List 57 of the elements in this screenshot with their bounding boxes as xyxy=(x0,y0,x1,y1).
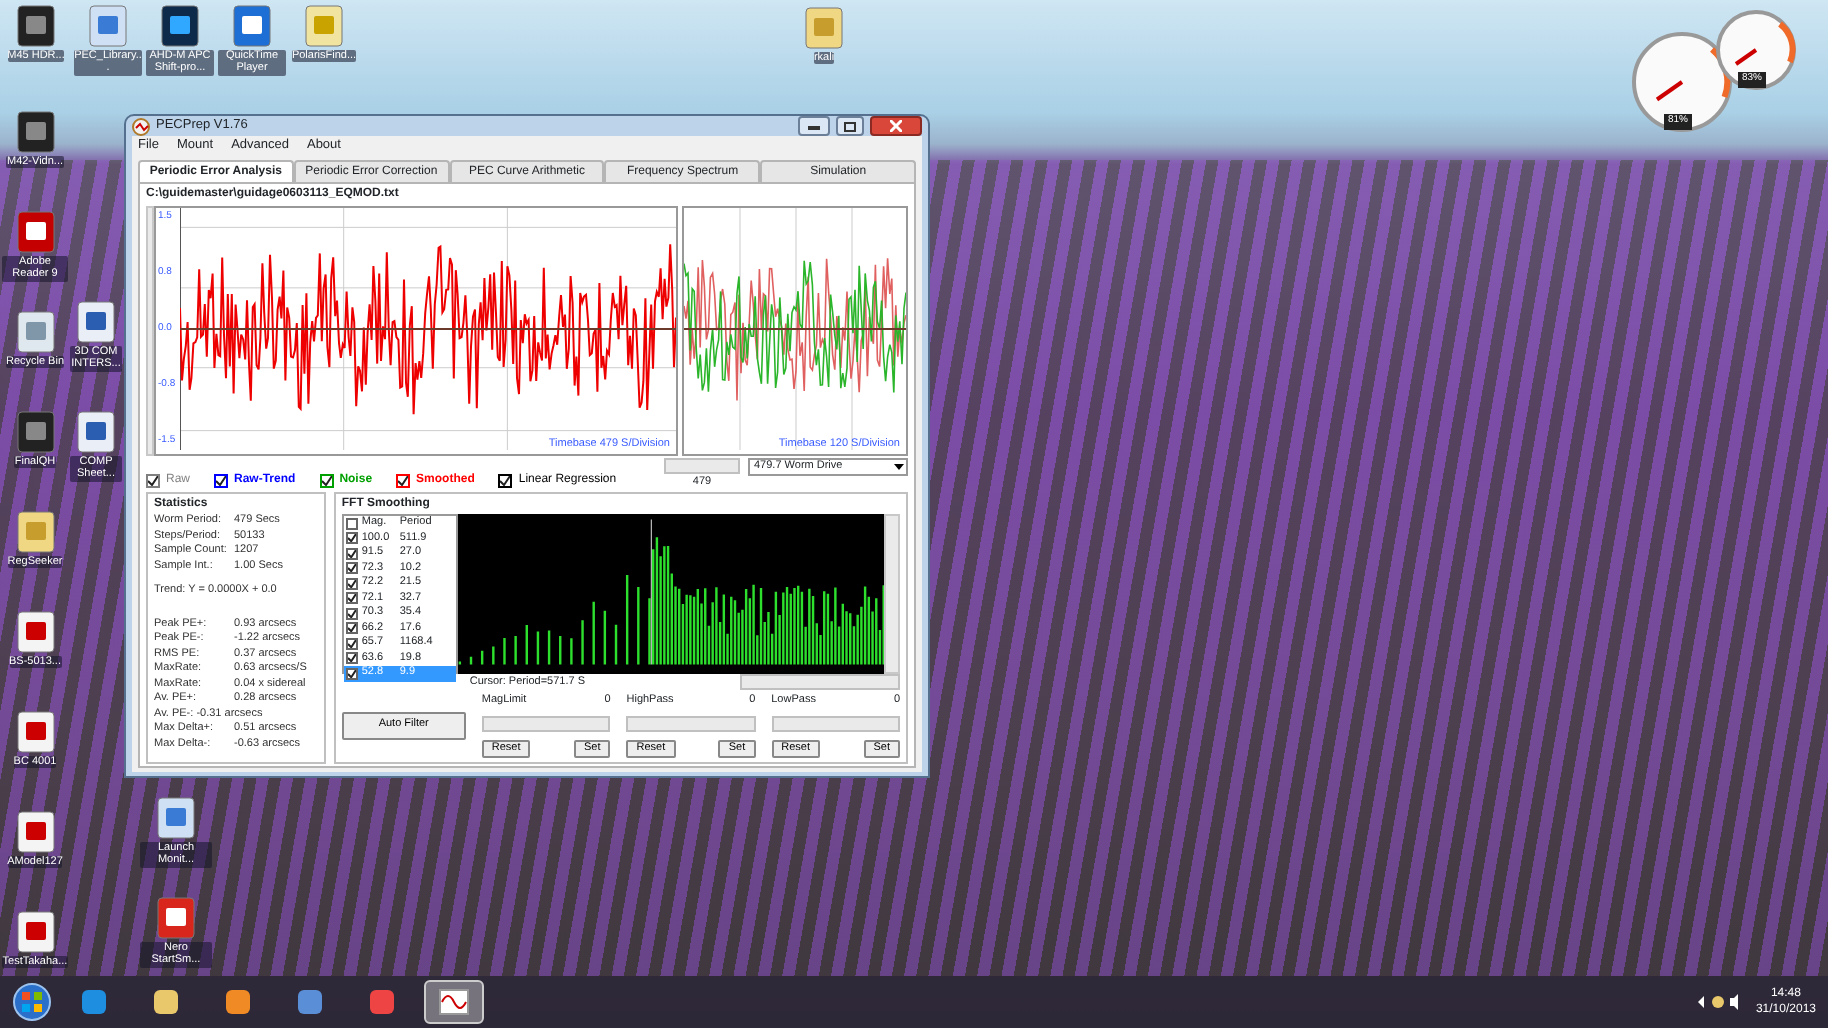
horizontal-scrollbar[interactable] xyxy=(740,674,900,691)
close-button[interactable] xyxy=(870,116,922,136)
vertical-scrollbar[interactable] xyxy=(146,205,154,456)
chart-icon[interactable] xyxy=(438,986,470,1018)
checkmark-icon xyxy=(500,476,511,486)
gauge-dial xyxy=(1716,10,1796,90)
application-icon[interactable] xyxy=(232,4,272,48)
photo-icon[interactable] xyxy=(15,110,55,154)
document-icon[interactable] xyxy=(76,410,116,454)
checkbox[interactable] xyxy=(345,637,358,650)
vertical-scrollbar[interactable] xyxy=(884,514,900,674)
checkbox[interactable] xyxy=(345,517,358,530)
media-player-icon[interactable] xyxy=(222,986,254,1018)
checkbox[interactable] xyxy=(345,562,358,575)
checkbox[interactable] xyxy=(146,474,160,488)
checkbox[interactable] xyxy=(214,474,229,488)
recycle-bin-icon[interactable] xyxy=(15,310,55,354)
checkbox[interactable] xyxy=(345,607,358,620)
checkbox[interactable] xyxy=(345,622,358,635)
checkbox[interactable] xyxy=(345,652,358,665)
checkbox[interactable] xyxy=(345,532,358,545)
application-icon[interactable] xyxy=(156,896,196,940)
checkbox[interactable] xyxy=(345,577,358,590)
browser-icon[interactable] xyxy=(78,986,110,1018)
checkmark-icon xyxy=(148,476,158,486)
close-icon xyxy=(890,120,902,132)
pdf-icon[interactable] xyxy=(15,210,55,254)
checkbox[interactable] xyxy=(319,474,334,488)
checkbox[interactable] xyxy=(345,592,358,605)
start-button[interactable] xyxy=(12,982,52,1022)
application-icon[interactable] xyxy=(156,796,196,840)
folder-icon[interactable] xyxy=(15,510,55,554)
checkmark-icon xyxy=(398,476,409,486)
document-icon[interactable] xyxy=(76,300,116,344)
horizontal-scrollbar[interactable] xyxy=(664,457,740,474)
document-icon[interactable] xyxy=(15,710,55,754)
maximize-button[interactable] xyxy=(836,116,864,136)
checkbox[interactable] xyxy=(396,474,411,488)
application-icon[interactable] xyxy=(160,4,200,48)
checkbox[interactable] xyxy=(498,474,513,488)
maximize-icon xyxy=(844,121,856,131)
document-icon[interactable] xyxy=(15,810,55,854)
document-icon[interactable] xyxy=(15,910,55,954)
checkbox[interactable] xyxy=(345,547,358,560)
dropdown-arrow-icon xyxy=(894,463,904,470)
slider-track[interactable] xyxy=(481,716,611,733)
minimize-icon xyxy=(808,122,820,130)
minimize-button[interactable] xyxy=(798,116,830,136)
folder-icon[interactable] xyxy=(150,986,182,1018)
slider-track[interactable] xyxy=(771,716,900,733)
checkbox[interactable] xyxy=(345,667,358,680)
system-tray-icon[interactable] xyxy=(1695,994,1744,1010)
document-icon[interactable] xyxy=(15,610,55,654)
checkmark-icon xyxy=(321,476,332,486)
slider-track[interactable] xyxy=(626,716,756,733)
photo-icon[interactable] xyxy=(16,4,56,48)
checkmark-icon xyxy=(216,476,227,486)
